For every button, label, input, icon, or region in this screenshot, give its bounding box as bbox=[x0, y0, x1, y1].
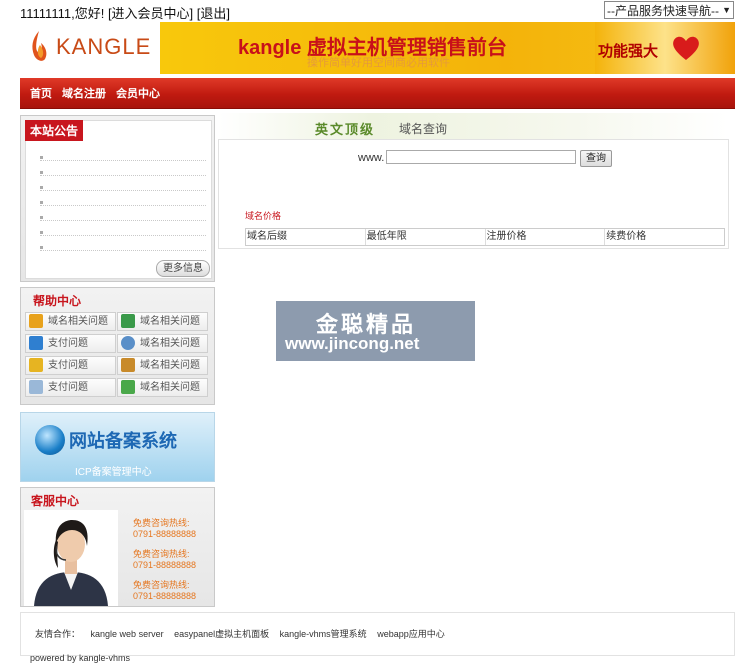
eye-icon bbox=[121, 336, 135, 350]
help-item[interactable]: 域名相关问题 bbox=[25, 312, 116, 331]
watermark: 金聪精品 www.jincong.net bbox=[276, 301, 475, 361]
list-item[interactable] bbox=[40, 219, 206, 221]
main-nav: 首页 域名注册 会员中心 bbox=[20, 78, 735, 109]
hotline-entry: 免费咨询热线: 0791-88888888 bbox=[133, 580, 196, 602]
member-center-link[interactable]: [进入会员中心] bbox=[108, 6, 193, 21]
notice-title: 本站公告 bbox=[25, 120, 84, 141]
nav-item-domain-register[interactable]: 域名注册 bbox=[62, 85, 106, 101]
banner-subtitle: 操作简单好用空间商必用软件 bbox=[307, 57, 450, 69]
domain-price-table-header: 域名后缀 最低年限 注册价格 续费价格 bbox=[245, 228, 725, 246]
column-header-register-price: 注册价格 bbox=[486, 229, 606, 245]
column-header-suffix: 域名后缀 bbox=[246, 229, 366, 245]
banner-badge: 功能强大 bbox=[598, 43, 659, 60]
product-nav-select-value: --产品服务快速导航-- bbox=[607, 3, 719, 18]
nav-item-member-center[interactable]: 会员中心 bbox=[116, 85, 160, 101]
domain-query-header: 英文顶级 域名查询 bbox=[218, 113, 728, 140]
help-item[interactable]: 支付问题 bbox=[25, 378, 116, 397]
customer-service-title: 客服中心 bbox=[31, 494, 80, 508]
hotline-entry: 免费咨询热线: 0791-88888888 bbox=[133, 549, 196, 571]
help-item-label: 支付问题 bbox=[48, 360, 88, 371]
site-logo[interactable]: KANGLE bbox=[20, 22, 159, 72]
hotline-number: 0791-88888888 bbox=[133, 591, 197, 601]
list-item[interactable] bbox=[40, 159, 206, 161]
user-icon bbox=[121, 358, 135, 372]
help-item[interactable]: 域名相关问题 bbox=[117, 312, 208, 331]
greeting-text: 11111111,您好! bbox=[20, 6, 105, 21]
help-item-label: 支付问题 bbox=[48, 338, 88, 349]
notice-panel: 更多信息 本站公告 bbox=[20, 115, 215, 282]
download-icon bbox=[121, 380, 135, 394]
icp-filing-banner[interactable]: 网站备案系统 ICP备案管理中心 bbox=[20, 412, 215, 482]
help-item[interactable]: 支付问题 bbox=[25, 334, 116, 353]
help-center-title: 帮助中心 bbox=[33, 294, 82, 308]
notice-list: 更多信息 bbox=[25, 120, 212, 279]
customer-service-panel: 客服中心 免费咨询热线: 0791-88888888 免费咨询热线: 0791-… bbox=[20, 487, 215, 607]
chevron-down-icon: ▼ bbox=[722, 5, 731, 15]
list-item[interactable] bbox=[40, 249, 206, 251]
hotline-label: 免费咨询热线: bbox=[133, 549, 190, 559]
domain-search-button[interactable]: 查询 bbox=[580, 150, 612, 167]
friend-link[interactable]: webapp应用中心 bbox=[377, 629, 445, 639]
hotline-number: 0791-88888888 bbox=[133, 560, 197, 570]
friend-link[interactable]: kangle web server bbox=[91, 629, 164, 639]
hotline-label: 免费咨询热线: bbox=[133, 580, 190, 590]
list-item[interactable] bbox=[40, 204, 206, 206]
list-item[interactable] bbox=[40, 189, 206, 191]
shield-icon bbox=[29, 358, 43, 372]
heart-icon bbox=[673, 36, 699, 60]
friend-link[interactable]: easypanel虚拟主机面板 bbox=[174, 629, 269, 639]
monitor-icon bbox=[29, 336, 43, 350]
hotline-number: 0791-88888888 bbox=[133, 529, 197, 539]
help-item-label: 域名相关问题 bbox=[140, 338, 200, 349]
logo-text: KANGLE bbox=[56, 34, 152, 59]
domain-search-input[interactable] bbox=[386, 150, 576, 164]
agent-illustration bbox=[24, 510, 118, 606]
column-header-min-years: 最低年限 bbox=[366, 229, 486, 245]
icp-filing-subtitle: ICP备案管理中心 bbox=[75, 467, 152, 478]
domain-price-title: 域名价格 bbox=[245, 211, 282, 221]
column-header-renew-price: 续费价格 bbox=[606, 231, 647, 242]
logout-link[interactable]: [退出] bbox=[197, 6, 230, 21]
domain-tab-title[interactable]: 英文顶级 bbox=[315, 119, 375, 138]
list-item[interactable] bbox=[40, 234, 206, 236]
list-item[interactable] bbox=[40, 174, 206, 176]
product-nav-select[interactable]: --产品服务快速导航-- ▼ bbox=[604, 1, 734, 19]
www-prefix-label: www. bbox=[358, 152, 385, 164]
help-item-label: 域名相关问题 bbox=[140, 360, 200, 371]
hotline-entry: 免费咨询热线: 0791-88888888 bbox=[133, 518, 196, 540]
nav-item-home[interactable]: 首页 bbox=[30, 85, 52, 101]
globe-icon bbox=[35, 425, 65, 455]
user-greeting-bar: 11111111,您好! [进入会员中心] [退出] bbox=[20, 3, 230, 22]
hotline-label: 免费咨询热线: bbox=[133, 518, 190, 528]
domain-tab-subtitle: 域名查询 bbox=[399, 122, 448, 136]
book-icon bbox=[121, 314, 135, 328]
friend-links-row: 友情合作： kangle web server easypanel虚拟主机面板 … bbox=[35, 627, 453, 640]
help-item-label: 域名相关问题 bbox=[140, 316, 200, 327]
icp-filing-title: 网站备案系统 bbox=[69, 431, 177, 451]
friend-links-bar: 友情合作： kangle web server easypanel虚拟主机面板 … bbox=[20, 612, 735, 656]
watermark-line2: www.jincong.net bbox=[285, 334, 420, 353]
help-item-label: 支付问题 bbox=[48, 382, 88, 393]
help-item[interactable]: 域名相关问题 bbox=[117, 356, 208, 375]
more-info-button[interactable]: 更多信息 bbox=[156, 260, 210, 277]
friend-links-label: 友情合作： bbox=[35, 629, 81, 639]
help-item-label: 域名相关问题 bbox=[48, 316, 108, 327]
flame-icon bbox=[32, 31, 47, 61]
help-item[interactable]: 域名相关问题 bbox=[117, 378, 208, 397]
folder-icon bbox=[29, 314, 43, 328]
note-icon bbox=[29, 380, 43, 394]
service-agent-photo bbox=[24, 510, 118, 606]
help-item[interactable]: 支付问题 bbox=[25, 356, 116, 375]
help-item-label: 域名相关问题 bbox=[140, 382, 200, 393]
friend-link[interactable]: kangle-vhms管理系统 bbox=[280, 629, 367, 639]
help-item[interactable]: 域名相关问题 bbox=[117, 334, 208, 353]
help-center-panel: 帮助中心 域名相关问题 域名相关问题 支付问题 域名相关问题 支付问题 域名相关… bbox=[20, 287, 215, 405]
header-banner: kangle 虚拟主机管理销售前台 操作简单好用空间商必用软件 功能强大 bbox=[160, 22, 735, 74]
